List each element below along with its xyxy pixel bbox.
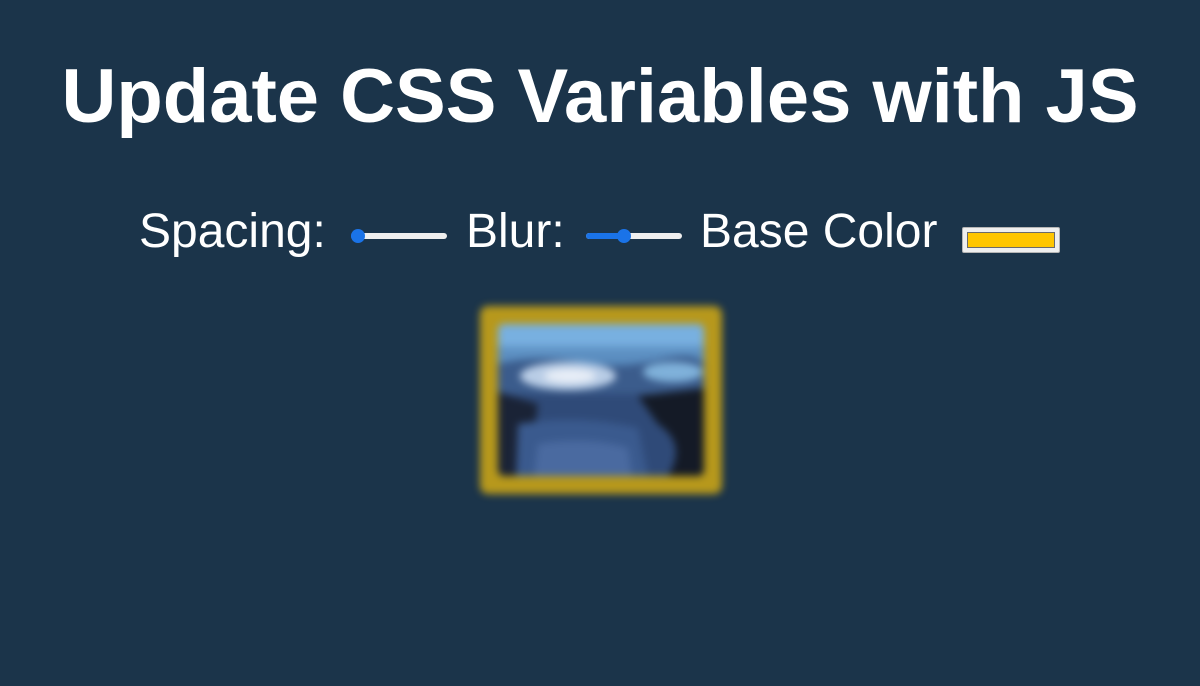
page-title: Update CSS Variables with JS <box>61 54 1139 139</box>
spacing-slider-thumb[interactable] <box>351 229 365 243</box>
landscape-photo-icon <box>498 324 704 476</box>
landscape-photo-svg <box>498 324 704 476</box>
blur-slider[interactable] <box>586 229 682 243</box>
base-color-picker[interactable] <box>962 227 1060 253</box>
spacing-slider-track <box>351 233 447 239</box>
controls-bar: Spacing: Blur: Base Color <box>0 200 1200 264</box>
blur-label: Blur: <box>466 205 565 258</box>
base-color-label: Base Color <box>700 205 938 258</box>
base-color-swatch <box>967 232 1055 248</box>
spacing-label: Spacing: <box>139 205 326 258</box>
blur-slider-thumb[interactable] <box>617 229 632 243</box>
spacing-slider[interactable] <box>351 229 447 243</box>
blurred-image-frame <box>480 306 722 494</box>
